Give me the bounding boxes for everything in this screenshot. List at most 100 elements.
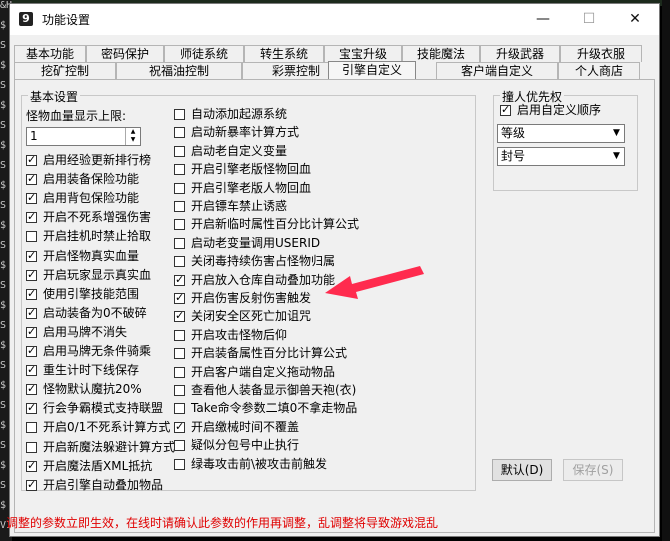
checkbox-box[interactable] xyxy=(174,145,185,157)
right-checkbox-6[interactable]: 开启新临时属性百分比计算公式 xyxy=(174,216,359,233)
checkbox-box[interactable] xyxy=(500,103,511,117)
priority-select-1[interactable]: 等级 ▼ xyxy=(497,124,625,143)
close-button[interactable]: ✕ xyxy=(612,4,658,34)
checkbox-box[interactable] xyxy=(174,403,185,415)
left-checkbox-15[interactable]: 开启新魔法躲避计算方式 xyxy=(26,439,175,456)
tab-r1-0[interactable]: 基本功能 xyxy=(14,45,86,62)
left-checkbox-9[interactable]: 启用马牌不消失 xyxy=(26,324,127,341)
left-checkbox-10[interactable]: 启用马牌无条件骑乘 xyxy=(26,343,151,360)
checkbox-box[interactable] xyxy=(174,458,185,470)
right-checkbox-4[interactable]: 开启引擎老版人物回血 xyxy=(174,180,311,197)
default-button[interactable]: 默认(D) xyxy=(492,459,552,481)
left-checkbox-16[interactable]: 开启魔法盾XML抵抗 xyxy=(26,458,152,475)
left-checkbox-14[interactable]: 开启0/1不死系计算方式 xyxy=(26,419,170,436)
left-checkbox-13[interactable]: 行会争霸模式支持联盟 xyxy=(26,400,163,417)
right-checkbox-7[interactable]: 启动老变量调用USERID xyxy=(174,235,320,252)
left-checkbox-17[interactable]: 开启引擎自动叠加物品 xyxy=(26,477,163,494)
checkbox-box[interactable] xyxy=(174,291,185,305)
checkbox-box[interactable] xyxy=(174,201,185,212)
checkbox-box[interactable] xyxy=(174,440,185,452)
checkbox-box[interactable] xyxy=(26,191,37,205)
checkbox-box[interactable] xyxy=(174,420,185,434)
left-checkbox-12[interactable]: 怪物默认魔抗20% xyxy=(26,381,142,398)
right-checkbox-1[interactable]: 启动新暴率计算方式 xyxy=(174,124,299,141)
left-checkbox-1[interactable]: 启用装备保险功能 xyxy=(26,171,139,188)
checkbox-box[interactable] xyxy=(26,306,37,320)
left-checkbox-11[interactable]: 重生计时下线保存 xyxy=(26,362,139,379)
right-checkbox-19[interactable]: 绿毒攻击前\被攻击前触发 xyxy=(174,456,327,473)
checkbox-box[interactable] xyxy=(174,366,185,378)
right-checkbox-5[interactable]: 开启镖车禁止诱惑 xyxy=(174,198,287,215)
checkbox-box[interactable] xyxy=(26,441,37,453)
checkbox-box[interactable] xyxy=(26,363,37,377)
maximize-button[interactable]: ☐ xyxy=(566,4,612,34)
checkbox-box[interactable] xyxy=(174,309,185,323)
left-checkbox-4[interactable]: 开启挂机时禁止拾取 xyxy=(26,228,151,245)
tab-r1-5[interactable]: 技能魔法 xyxy=(402,45,480,62)
checkbox-box[interactable] xyxy=(26,172,37,186)
tab-r2-3[interactable]: 引擎自定义 xyxy=(328,61,416,80)
monster-limit-input[interactable]: 1 ▲ ▼ xyxy=(26,127,141,146)
tab-r2-5[interactable]: 个人商店 xyxy=(558,62,640,79)
tab-r1-3[interactable]: 转生系统 xyxy=(244,45,324,62)
checkbox-box[interactable] xyxy=(26,478,37,492)
checkbox-box[interactable] xyxy=(26,268,37,282)
tab-r2-1[interactable]: 祝福油控制 xyxy=(116,62,242,79)
checkbox-box[interactable] xyxy=(174,348,185,360)
right-checkbox-15[interactable]: 查看他人装备显示御兽天袍(衣) xyxy=(174,382,356,399)
enable-custom-order-checkbox[interactable]: 启用自定义顺序 xyxy=(500,102,601,119)
right-checkbox-17[interactable]: 开启缴械时间不覆盖 xyxy=(174,419,299,436)
minimize-button[interactable]: — xyxy=(520,4,566,34)
left-checkbox-3[interactable]: 开启不死系增强伤害 xyxy=(26,209,151,226)
left-checkbox-7[interactable]: 使用引擎技能范围 xyxy=(26,286,139,303)
checkbox-box[interactable] xyxy=(26,325,37,339)
checkbox-box[interactable] xyxy=(174,182,185,194)
checkbox-box[interactable] xyxy=(174,329,185,341)
right-checkbox-10[interactable]: 开启伤害反射伤害触发 xyxy=(174,290,311,307)
tab-r1-4[interactable]: 宝宝升级 xyxy=(324,45,402,62)
tab-r1-2[interactable]: 师徒系统 xyxy=(164,45,244,62)
left-checkbox-2[interactable]: 启用背包保险功能 xyxy=(26,190,139,207)
right-checkbox-9[interactable]: 开启放入仓库自动叠加功能 xyxy=(174,272,335,289)
right-checkbox-3[interactable]: 开启引擎老版怪物回血 xyxy=(174,161,311,178)
checkbox-box[interactable] xyxy=(174,109,185,120)
right-checkbox-16[interactable]: Take命令参数二填0不拿走物品 xyxy=(174,400,357,417)
checkbox-box[interactable] xyxy=(174,219,185,231)
left-checkbox-0[interactable]: 启用经验更新排行榜 xyxy=(26,152,151,169)
checkbox-box[interactable] xyxy=(26,401,37,415)
checkbox-box[interactable] xyxy=(26,382,37,396)
tab-r1-7[interactable]: 升级衣服 xyxy=(560,45,642,62)
checkbox-box[interactable] xyxy=(26,287,37,301)
checkbox-box[interactable] xyxy=(26,153,37,167)
right-checkbox-11[interactable]: 关闭安全区死亡加诅咒 xyxy=(174,308,311,325)
checkbox-box[interactable] xyxy=(174,273,185,287)
checkbox-box[interactable] xyxy=(174,385,185,396)
left-checkbox-5[interactable]: 开启怪物真实血量 xyxy=(26,248,139,265)
checkbox-box[interactable] xyxy=(26,422,37,434)
save-button[interactable]: 保存(S) xyxy=(563,459,623,481)
spin-buttons[interactable]: ▲ ▼ xyxy=(125,128,140,145)
checkbox-box[interactable] xyxy=(174,164,185,176)
checkbox-box[interactable] xyxy=(26,210,37,224)
checkbox-box[interactable] xyxy=(26,231,37,243)
tab-r1-6[interactable]: 升级武器 xyxy=(480,45,560,62)
checkbox-box[interactable] xyxy=(26,459,37,473)
priority-select-2[interactable]: 封号 ▼ xyxy=(497,147,625,166)
checkbox-box[interactable] xyxy=(174,256,185,268)
tab-r2-4[interactable]: 客户端自定义 xyxy=(436,62,558,79)
right-checkbox-8[interactable]: 关闭毒持续伤害占怪物归属 xyxy=(174,253,335,270)
right-checkbox-13[interactable]: 开启装备属性百分比计算公式 xyxy=(174,345,347,362)
left-checkbox-6[interactable]: 开启玩家显示真实血 xyxy=(26,267,151,284)
right-checkbox-18[interactable]: 疑似分包号中止执行 xyxy=(174,437,299,454)
left-checkbox-8[interactable]: 启动装备为0不破碎 xyxy=(26,305,147,322)
checkbox-box[interactable] xyxy=(26,249,37,263)
right-checkbox-0[interactable]: 自动添加起源系统 xyxy=(174,106,287,123)
right-checkbox-12[interactable]: 开启攻击怪物后仰 xyxy=(174,327,287,344)
right-checkbox-2[interactable]: 启动老自定义变量 xyxy=(174,143,287,160)
tab-r1-1[interactable]: 密码保护 xyxy=(86,45,164,62)
checkbox-box[interactable] xyxy=(174,237,185,249)
right-checkbox-14[interactable]: 开启客户端自定义拖动物品 xyxy=(174,364,335,381)
tab-r2-0[interactable]: 挖矿控制 xyxy=(14,62,116,79)
checkbox-box[interactable] xyxy=(174,127,185,139)
checkbox-box[interactable] xyxy=(26,344,37,358)
